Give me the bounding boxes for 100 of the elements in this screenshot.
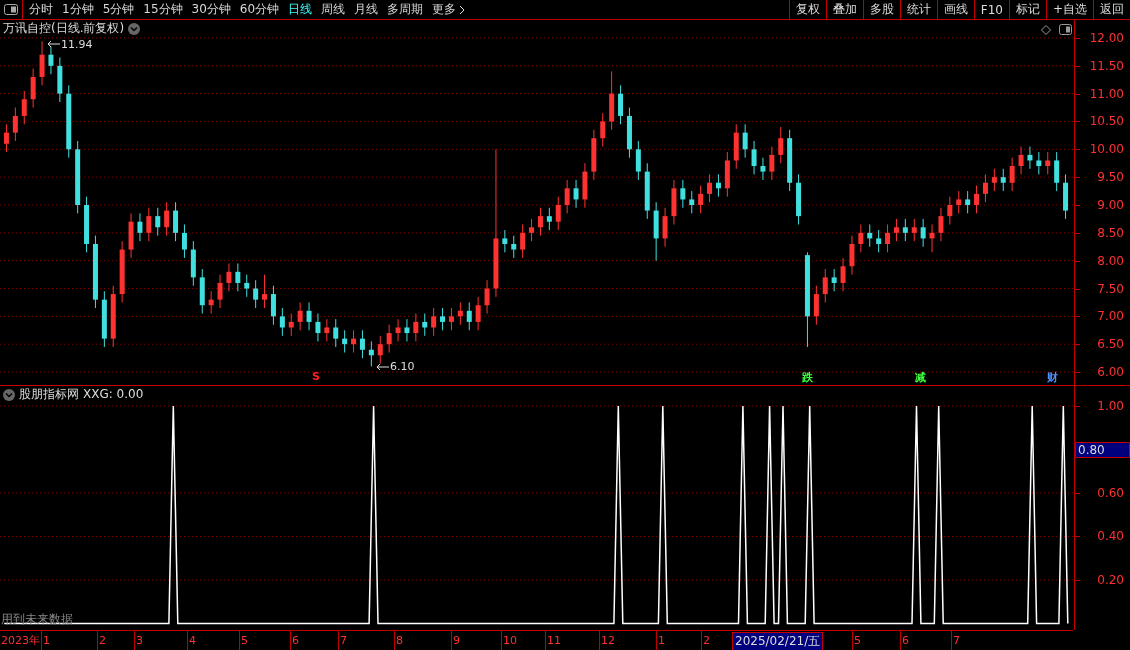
candlestick xyxy=(3,123,9,153)
period-tab[interactable]: 15分钟 xyxy=(143,1,183,18)
candlestick xyxy=(12,107,18,142)
candlestick xyxy=(991,168,997,192)
candlestick xyxy=(858,223,864,253)
candlestick xyxy=(520,223,526,259)
candlestick xyxy=(760,157,766,181)
candlestick xyxy=(431,307,437,337)
date-label: 3 xyxy=(136,633,143,648)
period-tab[interactable]: 月线 xyxy=(354,1,379,18)
axis-label: 0.60 xyxy=(1097,485,1124,501)
period-tab[interactable]: 60分钟 xyxy=(239,1,280,18)
period-tab[interactable]: 1分钟 xyxy=(62,1,94,18)
candlestick xyxy=(938,207,944,242)
candlestick xyxy=(475,296,481,331)
dropdown-icon[interactable] xyxy=(128,22,141,35)
period-tab[interactable]: 分时 xyxy=(29,1,53,18)
candlestick xyxy=(155,207,161,237)
date-label: 5 xyxy=(241,633,248,648)
candlestick xyxy=(742,123,748,159)
candlestick xyxy=(324,318,330,342)
candlestick xyxy=(911,218,917,242)
candlestick xyxy=(395,318,401,342)
candlestick xyxy=(279,307,285,337)
date-label: 6 xyxy=(902,633,909,648)
date-label: 7 xyxy=(953,633,960,648)
candlestick xyxy=(244,274,250,298)
axis-label: 0.40 xyxy=(1097,528,1124,545)
candlestick xyxy=(635,140,641,181)
period-tab[interactable]: 30分钟 xyxy=(191,1,231,18)
axis-label: 6.50 xyxy=(1097,336,1124,353)
candlestick xyxy=(359,329,365,359)
signal-marker: 减 xyxy=(915,370,926,385)
candlestick xyxy=(680,179,686,209)
pointer-icon xyxy=(376,363,390,371)
candlestick xyxy=(902,218,908,242)
candlestick xyxy=(235,262,241,292)
axis-label: 6.00 xyxy=(1097,364,1124,380)
axis-label: 7.50 xyxy=(1097,280,1124,297)
candlestick xyxy=(974,185,980,214)
date-label: 10 xyxy=(503,633,517,648)
period-tab[interactable]: 日线 xyxy=(288,1,313,18)
candlestick xyxy=(137,212,143,242)
candlestick xyxy=(386,324,392,354)
candlestick xyxy=(662,207,668,248)
period-tab[interactable]: 周线 xyxy=(321,1,346,18)
candlestick xyxy=(270,285,276,326)
dropdown-icon[interactable] xyxy=(3,388,15,401)
candlestick xyxy=(448,307,454,331)
candlestick xyxy=(893,218,899,242)
date-label: 2023年 xyxy=(1,633,40,648)
date-label: 2 xyxy=(99,633,106,648)
date-label: 1 xyxy=(43,633,50,648)
panel-toggle-icon[interactable] xyxy=(1059,24,1072,35)
axis-label: 10.00 xyxy=(1089,141,1124,158)
date-label: 6 xyxy=(292,633,299,648)
candlestick xyxy=(306,301,312,331)
period-tab[interactable]: 更多 xyxy=(432,1,466,18)
date-label: 11 xyxy=(547,633,561,648)
candlestick xyxy=(537,207,543,237)
candlestick xyxy=(920,218,926,248)
period-tab[interactable]: 5分钟 xyxy=(102,1,135,18)
candlestick xyxy=(217,274,223,309)
axis-label: 8.00 xyxy=(1097,252,1124,269)
candlestick xyxy=(600,112,606,148)
candlestick xyxy=(315,313,321,342)
candlestick xyxy=(511,235,517,259)
warning-text: 用到未来数据 xyxy=(1,611,73,628)
candlestick xyxy=(876,229,882,253)
axis-label: 7.00 xyxy=(1097,308,1124,325)
cursor-value: 0.80 xyxy=(1075,441,1130,458)
candlestick xyxy=(1036,151,1042,175)
axis-label: 1.00 xyxy=(1097,398,1124,414)
candlestick xyxy=(39,40,45,86)
diamond-icon[interactable] xyxy=(1041,24,1051,35)
candlestick xyxy=(1018,146,1024,175)
candlestick xyxy=(965,190,971,214)
period-tab[interactable]: 多周期 xyxy=(387,1,424,18)
axis-label: 8.50 xyxy=(1097,224,1124,241)
axis-label: 9.50 xyxy=(1097,169,1124,186)
axis-label: 0.20 xyxy=(1097,571,1124,588)
axis-label: 12.00 xyxy=(1089,29,1124,46)
date-label: 8 xyxy=(396,633,403,648)
candlestick xyxy=(377,335,383,365)
candlestick xyxy=(413,313,419,342)
candlestick xyxy=(484,279,490,315)
candlestick xyxy=(689,190,695,214)
date-label: 2 xyxy=(703,633,710,648)
candlestick xyxy=(546,207,552,231)
candlestick xyxy=(707,173,713,203)
candlestick xyxy=(947,196,953,225)
date-label: 7 xyxy=(340,633,347,648)
candlestick xyxy=(813,285,819,326)
candlestick xyxy=(849,235,855,276)
candlestick xyxy=(1009,157,1015,192)
candlestick xyxy=(831,268,837,292)
candlestick xyxy=(173,201,179,242)
candlestick xyxy=(181,223,187,259)
chart-title: 万讯自控(日线.前复权) xyxy=(3,21,125,36)
axis-label: 9.00 xyxy=(1097,197,1124,213)
